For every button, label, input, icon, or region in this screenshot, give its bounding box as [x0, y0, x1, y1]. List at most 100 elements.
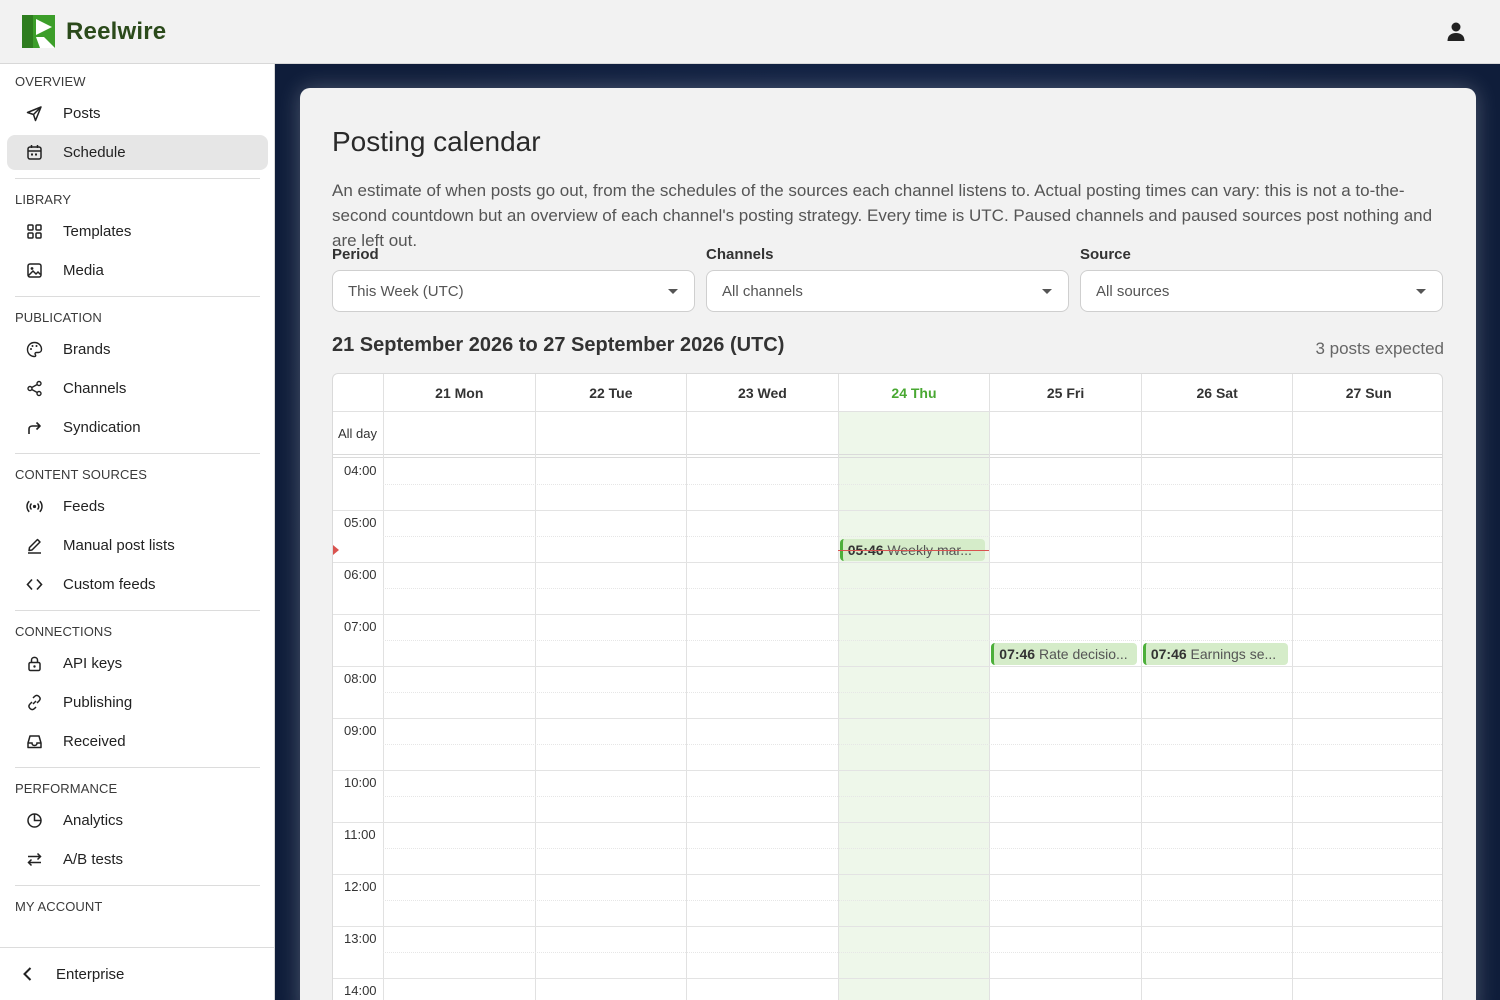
share-icon: [27, 380, 42, 397]
nav-divider: [15, 885, 260, 886]
sidebar-item-manual-post-lists[interactable]: Manual post lists: [7, 528, 268, 563]
week-calendar: All day 21 Mon 22 Tue 23 Wed 24 Thu 25 Fri 26…: [332, 373, 1443, 1000]
hour-gridline: [333, 718, 1442, 719]
hour-label: 11:00: [344, 827, 376, 842]
day-column-divider: [383, 412, 384, 1000]
all-day-label: All day: [338, 426, 378, 441]
sidebar-item-brands[interactable]: Brands: [7, 332, 268, 367]
sidebar-item-media[interactable]: Media: [7, 253, 268, 288]
half-hour-gridline: [383, 588, 1442, 589]
current-time-marker: [333, 544, 339, 555]
link-icon: [28, 694, 41, 711]
sidebar-footer[interactable]: Enterprise: [0, 947, 274, 1000]
nav-section-heading: OVERVIEW: [15, 74, 86, 89]
sidebar-item-channels[interactable]: Channels: [7, 371, 268, 406]
channels-value: All channels: [722, 283, 803, 300]
main-card: Posting calendar An estimate of when pos…: [300, 88, 1476, 1000]
reelwire-logo[interactable]: [22, 15, 55, 48]
half-hour-gridline: [383, 692, 1442, 693]
sidebar-item-label: Custom feeds: [63, 576, 156, 593]
sidebar-item-custom-feeds[interactable]: Custom feeds: [7, 567, 268, 602]
half-hour-gridline: [383, 744, 1442, 745]
sidebar-item-a-b-tests[interactable]: A/B tests: [7, 842, 268, 877]
half-hour-gridline: [383, 900, 1442, 901]
sidebar-item-posts[interactable]: Posts: [7, 96, 268, 131]
hour-label: 04:00: [344, 463, 377, 478]
sidebar-item-analytics[interactable]: Analytics: [7, 803, 268, 838]
hour-gridline: [333, 926, 1442, 927]
day-column-header[interactable]: 23 Wed: [686, 374, 838, 412]
sidebar-item-label: Channels: [63, 380, 127, 397]
user-account-icon[interactable]: [1444, 20, 1468, 44]
day-column-divider: [1140, 412, 1142, 1000]
hour-label: 14:00: [344, 983, 377, 998]
sidebar-item-api-keys[interactable]: API keys: [7, 646, 268, 681]
hour-gridline: [333, 614, 1442, 615]
hour-label: 08:00: [344, 671, 377, 686]
chevron-left-icon[interactable]: [20, 966, 36, 982]
nav-divider: [15, 296, 260, 297]
calendar-event[interactable]: 07:46 Earnings se...: [1142, 642, 1289, 665]
hour-label: 06:00: [344, 567, 377, 582]
hour-label: 09:00: [344, 723, 377, 738]
day-column-header[interactable]: 27 Sun: [1292, 374, 1442, 412]
lock-icon: [28, 656, 41, 672]
half-hour-gridline: [383, 952, 1442, 953]
sidebar-item-label: Manual post lists: [63, 537, 175, 554]
nav-divider: [15, 178, 260, 179]
grid-icon: [27, 224, 42, 239]
day-column-divider: [837, 412, 839, 1000]
period-select[interactable]: This Week (UTC): [332, 270, 695, 312]
day-column-header[interactable]: 21 Mon: [383, 374, 535, 412]
event-title: Earnings se...: [1190, 645, 1277, 662]
hour-gridline: [333, 510, 1442, 511]
day-column-header[interactable]: 25 Fri: [989, 374, 1141, 412]
half-hour-gridline: [383, 536, 1442, 537]
sidebar-item-label: Posts: [63, 105, 101, 122]
sidebar-item-publishing[interactable]: Publishing: [7, 685, 268, 720]
workspace-switcher-label[interactable]: Enterprise: [56, 966, 124, 983]
nav-divider: [15, 767, 260, 768]
day-column-header[interactable]: 22 Tue: [534, 374, 687, 412]
channels-select[interactable]: All channels: [706, 270, 1069, 312]
all-day-divider: [333, 454, 1442, 458]
nav-section-heading: PERFORMANCE: [15, 781, 118, 796]
current-time-line: [837, 549, 990, 551]
nav-section-heading: MY ACCOUNT: [15, 899, 103, 914]
source-label: Source: [1080, 246, 1131, 263]
hour-gridline: [333, 978, 1442, 979]
day-column-header[interactable]: 26 Sat: [1140, 374, 1293, 412]
event-time: 07:46: [999, 645, 1036, 662]
nav-divider: [15, 610, 260, 611]
posts-expected-count: 3 posts expected: [1315, 339, 1444, 358]
sidebar-item-label: Templates: [63, 223, 132, 240]
half-hour-gridline: [383, 640, 1442, 641]
day-column-divider: [686, 412, 688, 1000]
sidebar-item-templates[interactable]: Templates: [7, 214, 268, 249]
period-label: Period: [332, 246, 379, 263]
source-value: All sources: [1096, 283, 1170, 300]
day-column-header[interactable]: 24 Thu: [837, 374, 990, 412]
half-hour-gridline: [383, 796, 1442, 797]
sidebar-item-label: Publishing: [63, 694, 133, 711]
nav-divider: [15, 453, 260, 454]
sidebar-item-schedule[interactable]: Schedule: [7, 135, 268, 170]
sidebar-item-syndication[interactable]: Syndication: [7, 410, 268, 445]
code-icon: [26, 578, 43, 591]
date-range-title: 21 September 2026 to 27 September 2026 (…: [332, 334, 785, 356]
pencil-icon: [28, 538, 41, 554]
nav-section-heading: PUBLICATION: [15, 310, 102, 325]
source-select[interactable]: All sources: [1080, 270, 1443, 312]
event-time: 07:46: [1150, 645, 1187, 662]
sidebar-item-label: A/B tests: [63, 851, 124, 868]
sidebar-item-label: Brands: [63, 341, 111, 358]
caret-down-icon: [668, 289, 678, 294]
sidebar-item-feeds[interactable]: Feeds: [7, 489, 268, 524]
sidebar-item-label: Media: [63, 262, 104, 279]
calendar-event[interactable]: 07:46 Rate decisio...: [991, 642, 1137, 665]
calendar-icon: [27, 145, 42, 160]
sidebar-item-label: API keys: [63, 655, 123, 672]
half-hour-gridline: [383, 484, 1442, 485]
caret-down-icon: [1042, 289, 1052, 294]
sidebar-item-received[interactable]: Received: [7, 724, 268, 759]
